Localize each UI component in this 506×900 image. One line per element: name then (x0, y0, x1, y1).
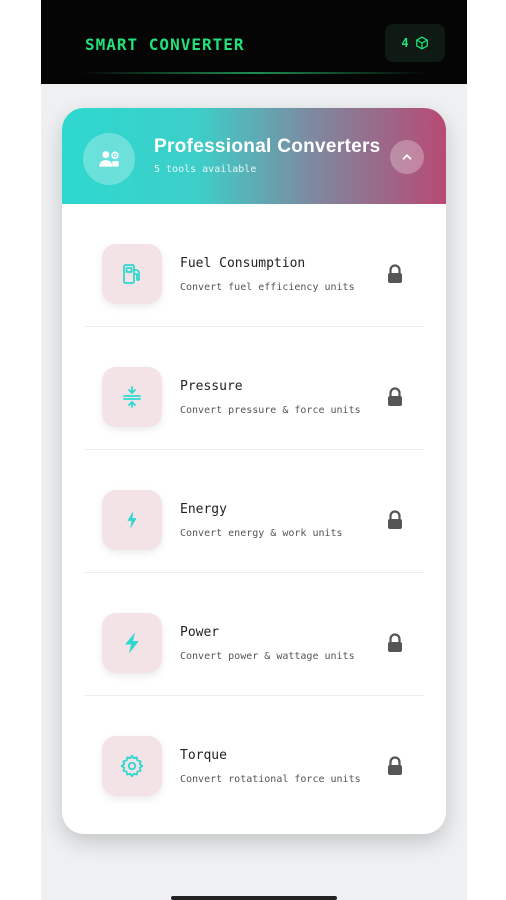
lock-icon (388, 387, 402, 406)
chevron-up-icon (402, 154, 412, 160)
lightning-icon (102, 613, 162, 673)
coin-count: 4 (401, 36, 409, 50)
bolt-icon (102, 490, 162, 550)
tool-title: Power (180, 625, 220, 640)
tool-subtitle: Convert power & wattage units (180, 651, 355, 662)
tool-title: Torque (180, 748, 227, 763)
tool-subtitle: Convert rotational force units (180, 774, 361, 785)
users-settings-icon (83, 133, 135, 185)
phone-screen: SMART CONVERTER 4 Professional Converter… (41, 0, 467, 900)
tool-title: Pressure (180, 379, 243, 394)
section-subtitle: 5 tools available (154, 164, 257, 175)
tool-title: Energy (180, 502, 227, 517)
fuel-pump-icon (102, 244, 162, 304)
tool-row-pressure[interactable]: Pressure Convert pressure & force units (62, 327, 446, 450)
tool-subtitle: Convert pressure & force units (180, 405, 361, 416)
cube-icon (415, 36, 428, 50)
professional-converters-card: Professional Converters 5 tools availabl… (62, 108, 446, 834)
lock-icon (388, 264, 402, 283)
collapse-button[interactable] (390, 140, 424, 174)
tool-row-energy[interactable]: Energy Convert energy & work units (62, 450, 446, 573)
lock-icon (388, 633, 402, 652)
gear-icon (102, 736, 162, 796)
app-title: SMART CONVERTER (85, 35, 245, 54)
compress-icon (102, 367, 162, 427)
section-title: Professional Converters (154, 136, 381, 157)
coin-badge[interactable]: 4 (385, 24, 445, 62)
tool-row-fuel-consumption[interactable]: Fuel Consumption Convert fuel efficiency… (62, 204, 446, 327)
app-bar-glow (81, 72, 427, 74)
tool-subtitle: Convert energy & work units (180, 528, 343, 539)
home-indicator[interactable] (171, 896, 337, 900)
tool-title: Fuel Consumption (180, 256, 306, 271)
app-bar: SMART CONVERTER 4 (41, 0, 467, 84)
tool-subtitle: Convert fuel efficiency units (180, 282, 355, 293)
lock-icon (388, 756, 402, 775)
tool-row-torque[interactable]: Torque Convert rotational force units (62, 696, 446, 819)
lock-icon (388, 510, 402, 529)
tool-list: Fuel Consumption Convert fuel efficiency… (62, 204, 446, 819)
tool-row-power[interactable]: Power Convert power & wattage units (62, 573, 446, 696)
section-header[interactable]: Professional Converters 5 tools availabl… (62, 108, 446, 204)
